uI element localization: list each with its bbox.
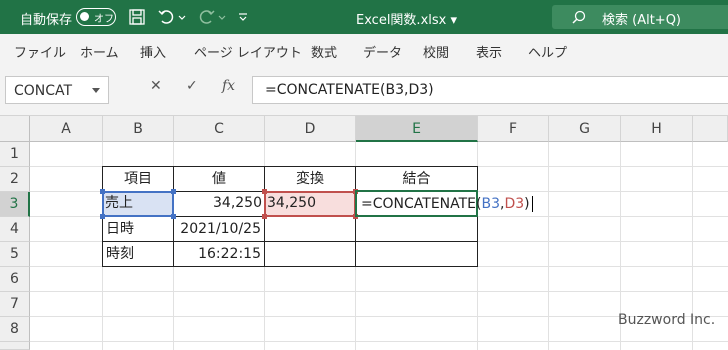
cell-c4[interactable]: 2021/10/25	[173, 216, 265, 242]
row-header-8[interactable]: 8	[0, 317, 30, 342]
title-bar: 自動保存 オフ Excel関数.xlsx ▾ 検索 (Alt+Q)	[0, 0, 728, 34]
cell-d2-header[interactable]: 変換	[264, 166, 356, 192]
formula-bar-area: CONCAT ✕ ✓ fx =CONCATENATE(B3,D3)	[0, 66, 728, 116]
customize-toolbar-icon[interactable]	[238, 8, 248, 26]
tab-page-layout[interactable]: ページ レイアウト	[194, 42, 302, 61]
cell-e2-header[interactable]: 結合	[355, 166, 478, 192]
column-header-e[interactable]: E	[356, 116, 478, 142]
cell-d4[interactable]	[264, 216, 356, 242]
cancel-icon[interactable]: ✕	[150, 78, 162, 94]
resize-handle[interactable]	[262, 189, 267, 194]
cell-e4[interactable]	[355, 216, 478, 242]
cell-b5[interactable]: 時刻	[102, 241, 174, 267]
enter-icon[interactable]: ✓	[186, 78, 198, 94]
gridline	[548, 142, 549, 350]
resize-handle[interactable]	[171, 214, 176, 219]
tab-data[interactable]: データ	[363, 42, 402, 61]
column-header-d[interactable]: D	[265, 116, 356, 142]
text-cursor	[531, 196, 533, 212]
tab-review[interactable]: 校閲	[423, 42, 449, 61]
cell-d3-value: 34,250	[267, 195, 316, 211]
column-header-a[interactable]: A	[30, 116, 103, 142]
name-box-value: CONCAT	[14, 83, 73, 99]
autosave-toggle[interactable]: オフ	[76, 8, 116, 26]
redo-dropdown-icon[interactable]	[218, 8, 226, 26]
cell-b2-header[interactable]: 項目	[102, 166, 174, 192]
save-icon[interactable]	[128, 8, 146, 26]
formula-suffix: )	[524, 196, 530, 212]
autosave-state: オフ	[94, 14, 114, 25]
undo-icon[interactable]	[157, 8, 175, 26]
gridline	[30, 341, 728, 342]
tab-file[interactable]: ファイル	[14, 42, 66, 61]
row-header-7[interactable]: 7	[0, 292, 30, 317]
column-header-f[interactable]: F	[478, 116, 549, 142]
tab-insert[interactable]: 挿入	[140, 42, 166, 61]
redo-icon[interactable]	[198, 8, 216, 26]
resize-handle[interactable]	[171, 189, 176, 194]
search-box[interactable]: 検索 (Alt+Q)	[552, 5, 728, 29]
cell-b4[interactable]: 日時	[102, 216, 174, 242]
formula-ref-b3: B3	[481, 196, 500, 212]
formula-prefix: =CONCATENATE(	[361, 196, 482, 212]
autosave-label: 自動保存	[20, 13, 73, 28]
chevron-down-icon[interactable]	[92, 88, 100, 93]
cell-c3-value: 34,250	[213, 195, 262, 211]
tab-view[interactable]: 表示	[476, 42, 502, 61]
insert-function-icon[interactable]: fx	[222, 78, 235, 94]
ribbon-tabs: ファイル ホーム 挿入 ページ レイアウト 数式 データ 校閲 表示 ヘルプ	[0, 34, 728, 66]
watermark: Buzzword Inc.	[618, 312, 716, 328]
search-icon	[572, 10, 586, 24]
row-header-4[interactable]: 4	[0, 217, 30, 242]
tab-formulas[interactable]: 数式	[311, 42, 337, 61]
row-header-1[interactable]: 1	[0, 142, 30, 167]
file-name[interactable]: Excel関数.xlsx ▾	[356, 9, 457, 28]
column-header-next[interactable]	[693, 116, 728, 142]
column-header-b[interactable]: B	[103, 116, 174, 142]
spreadsheet-grid[interactable]: A B C D E F G H 1 2 3 4 5 6 7 8 項目 値 変換 …	[0, 116, 728, 350]
toggle-knob	[80, 12, 89, 21]
resize-handle[interactable]	[100, 214, 105, 219]
row-header-3[interactable]: 3	[0, 192, 30, 217]
formula-content: =CONCATENATE(B3,D3)	[265, 82, 434, 98]
cell-c2-header[interactable]: 値	[173, 166, 265, 192]
cell-c5[interactable]: 16:22:15	[173, 241, 265, 267]
cell-d5[interactable]	[264, 241, 356, 267]
row-header-5[interactable]: 5	[0, 242, 30, 267]
row-header-6[interactable]: 6	[0, 267, 30, 292]
cell-edit-formula[interactable]: =CONCATENATE(B3,D3)	[361, 194, 533, 214]
undo-dropdown-icon[interactable]	[178, 8, 186, 26]
formula-ref-d3: D3	[504, 196, 525, 212]
column-header-c[interactable]: C	[174, 116, 265, 142]
select-all-corner[interactable]	[0, 116, 30, 142]
column-header-g[interactable]: G	[549, 116, 621, 142]
search-label: 検索 (Alt+Q)	[602, 13, 682, 28]
row-header-2[interactable]: 2	[0, 167, 30, 192]
resize-handle[interactable]	[262, 214, 267, 219]
row-header-9[interactable]	[0, 342, 30, 350]
tab-home[interactable]: ホーム	[80, 42, 119, 61]
name-box[interactable]: CONCAT	[5, 76, 109, 104]
resize-handle[interactable]	[100, 189, 105, 194]
column-header-h[interactable]: H	[621, 116, 693, 142]
cell-e5[interactable]	[355, 241, 478, 267]
cell-b3-value: 売上	[105, 195, 133, 211]
formula-input[interactable]: =CONCATENATE(B3,D3)	[252, 76, 728, 104]
gridline	[30, 291, 728, 292]
tab-help[interactable]: ヘルプ	[528, 42, 567, 61]
